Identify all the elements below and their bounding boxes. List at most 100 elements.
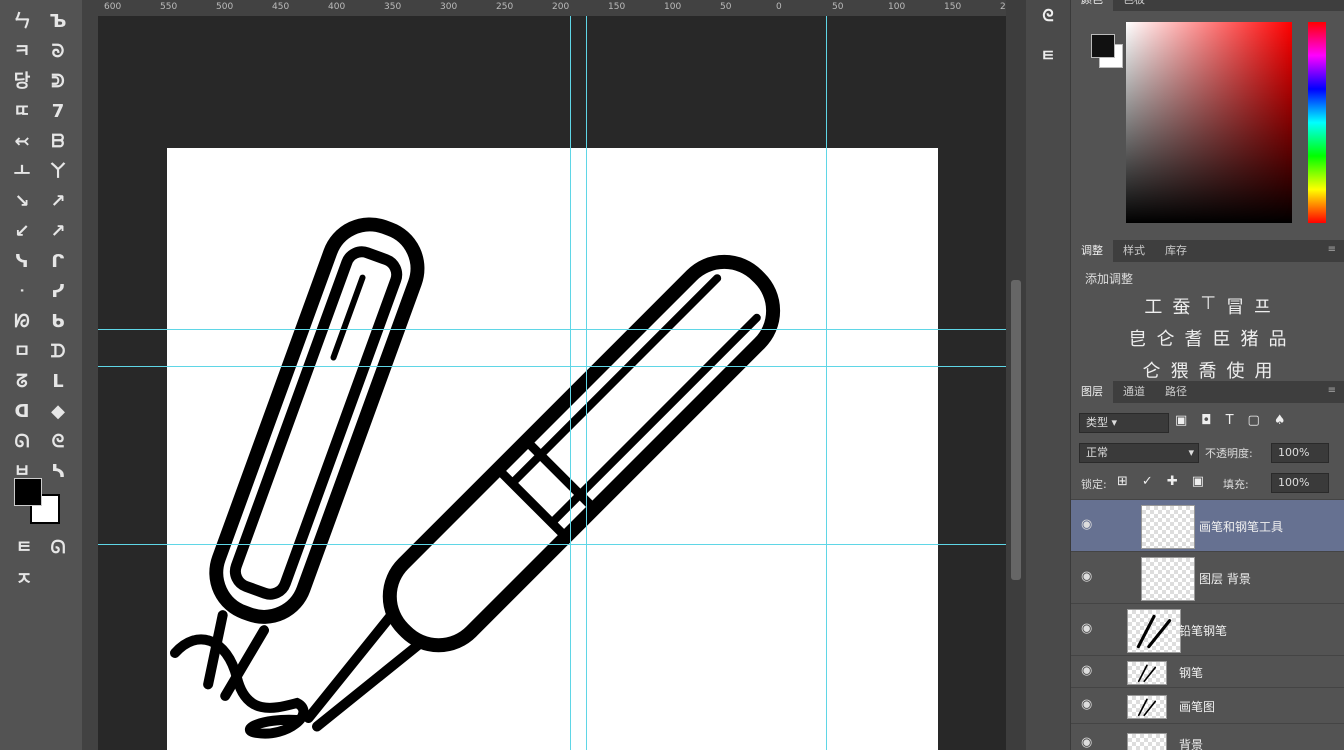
artboard-tool-icon[interactable]: Ъ — [46, 10, 70, 34]
slice-tool-icon[interactable]: 7 — [46, 100, 70, 124]
hand-tool-icon[interactable]: ᗡ — [10, 400, 34, 424]
history-panel-icon[interactable]: ᘓ — [1034, 2, 1062, 30]
guide-horizontal-2[interactable] — [98, 366, 1006, 367]
canvas-area[interactable] — [98, 16, 1006, 750]
layer-filter-icon[interactable]: ▣ — [1175, 413, 1187, 428]
blur-tool-icon[interactable]: ᘗ — [10, 310, 34, 334]
adjustment-icon[interactable]: 猪 — [1241, 325, 1259, 351]
layer-filter-select[interactable]: 类型 ▾ — [1079, 413, 1169, 433]
dodge-tool-icon[interactable]: ᑲ — [46, 310, 70, 334]
adjustment-icon[interactable]: 皀 — [1129, 325, 1147, 351]
edit-toolbar-icon[interactable]: ᘓ — [46, 430, 70, 454]
foreground-color[interactable] — [14, 478, 42, 506]
move-tool-icon[interactable]: ㄣ — [10, 10, 34, 34]
lock-icon[interactable]: ▣ — [1192, 474, 1204, 489]
eraser-tool-icon[interactable]: ᓭ — [10, 250, 34, 274]
layer-row[interactable]: ◉ 钢笔 — [1071, 655, 1344, 688]
tab-libraries[interactable]: 库存 — [1155, 240, 1197, 262]
paint-bucket-tool-icon[interactable]: ᓯ — [46, 280, 70, 304]
history-brush-tool-icon[interactable]: ↗ — [46, 220, 70, 244]
color-picker-field[interactable] — [1126, 22, 1292, 223]
adjustment-icon[interactable]: 프 — [1254, 293, 1271, 319]
adjustment-icon[interactable]: 用 — [1255, 357, 1273, 383]
brush-tool-icon[interactable]: ↘ — [10, 190, 34, 214]
scrollbar-thumb[interactable] — [1011, 280, 1021, 580]
quick-select-tool-icon[interactable]: 당 — [10, 70, 34, 94]
adjustment-icon[interactable]: 冒 — [1226, 293, 1244, 319]
patch-tool-icon[interactable]: ㄚ — [46, 160, 70, 184]
eye-icon[interactable]: ◉ — [1081, 697, 1092, 712]
adjustment-icon[interactable]: 蚕 — [1172, 293, 1190, 319]
quick-mask-icon[interactable]: ㅌ — [12, 536, 36, 560]
screen-mode-icon[interactable]: ᘏ — [46, 536, 70, 560]
tab-swatches[interactable]: 色板 — [1113, 0, 1155, 11]
lasso-tool-icon[interactable]: ᘐ — [46, 40, 70, 64]
tab-channels[interactable]: 通道 — [1113, 381, 1155, 403]
tab-color[interactable]: 颜色 — [1071, 0, 1113, 11]
eyedropper-tool-icon[interactable]: ↢ — [10, 130, 34, 154]
pencil-tool-icon[interactable]: ↗ — [46, 190, 70, 214]
clone-stamp-tool-icon[interactable]: ↙ — [10, 220, 34, 244]
layer-filter-icon[interactable]: ♠ — [1274, 413, 1286, 428]
guide-horizontal-1[interactable] — [98, 329, 1006, 330]
canvas-scrollbar[interactable] — [1006, 0, 1026, 750]
document-canvas[interactable] — [167, 148, 938, 750]
layer-row[interactable]: ◉ 画笔和钢笔工具 — [1071, 499, 1344, 552]
fill-input[interactable]: 100% — [1271, 473, 1329, 493]
healing-brush-tool-icon[interactable]: ㅗ — [10, 160, 34, 184]
adjustment-icon[interactable]: 喬 — [1199, 357, 1217, 383]
adjustment-icon[interactable]: 使 — [1227, 357, 1245, 383]
type-tool-icon[interactable]: ᗪ — [46, 340, 70, 364]
adjustment-icon[interactable]: 仑 — [1157, 325, 1175, 351]
adjustment-icon[interactable]: ⊤ — [1200, 293, 1216, 319]
gradient-tool-icon[interactable]: ᐧ — [10, 280, 34, 304]
adjustment-icon[interactable]: 仑 — [1143, 357, 1161, 383]
eye-icon[interactable]: ◉ — [1081, 517, 1092, 532]
lock-icon[interactable]: ✓ — [1142, 474, 1153, 489]
properties-panel-icon[interactable]: ㅌ — [1034, 40, 1062, 68]
path-select-tool-icon[interactable]: ᘔ — [10, 370, 34, 394]
layer-row[interactable]: ◉ 图层 背景 — [1071, 551, 1344, 604]
marquee-tool-icon[interactable]: ㅋ — [10, 40, 34, 64]
eye-icon[interactable]: ◉ — [1081, 621, 1092, 636]
lock-icon[interactable]: ✚ — [1167, 474, 1178, 489]
layer-filter-icon[interactable]: ◘ — [1201, 413, 1211, 428]
panel-menu-icon[interactable]: ≡ — [1328, 244, 1336, 255]
tab-paths[interactable]: 路径 — [1155, 381, 1197, 403]
tab-adjustments[interactable]: 调整 — [1071, 240, 1113, 262]
magic-wand-tool-icon[interactable]: ᕲ — [46, 70, 70, 94]
shape-tool-icon[interactable]: ᒪ — [46, 370, 70, 394]
adjustment-icon[interactable]: 品 — [1269, 325, 1287, 351]
lock-icon[interactable]: ⊞ — [1117, 474, 1128, 489]
guide-vertical-3[interactable] — [826, 16, 827, 750]
crop-tool-icon[interactable]: ㄸ — [10, 100, 34, 124]
background-eraser-tool-icon[interactable]: ᒋ — [46, 250, 70, 274]
layer-row[interactable]: ◉ 画笔图 — [1071, 687, 1344, 724]
adjustment-icon[interactable]: 猥 — [1171, 357, 1189, 383]
adjustment-icon[interactable]: 臣 — [1213, 325, 1231, 351]
extra-tools-icon[interactable]: ㅈ — [12, 568, 36, 592]
layers-panel-menu-icon[interactable]: ≡ — [1328, 385, 1336, 396]
horizontal-ruler[interactable]: 600 550 500 450 400 350 300 250 200 150 100 50 0 50 10… — [98, 0, 1006, 17]
vertical-ruler[interactable] — [82, 0, 99, 750]
layer-row[interactable]: ◉ 背景 — [1071, 723, 1344, 750]
ruler-tool-icon[interactable]: ᗷ — [46, 130, 70, 154]
guide-vertical-2[interactable] — [586, 16, 587, 750]
guide-vertical-1[interactable] — [570, 16, 571, 750]
eye-icon[interactable]: ◉ — [1081, 569, 1092, 584]
adjustment-icon[interactable]: 耆 — [1185, 325, 1203, 351]
count-tool-icon[interactable]: ᓴ — [46, 460, 70, 484]
eye-icon[interactable]: ◉ — [1081, 663, 1092, 678]
guide-horizontal-3[interactable] — [98, 544, 1006, 545]
pen-tool-icon[interactable]: ㅁ — [10, 340, 34, 364]
foreground-color-swatch[interactable] — [1091, 34, 1115, 58]
layer-filter-icon[interactable]: T — [1226, 413, 1234, 428]
zoom-tool-icon[interactable]: ◆ — [46, 400, 70, 424]
tab-layers[interactable]: 图层 — [1071, 381, 1113, 403]
blend-mode-select[interactable]: 正常 ▾ — [1079, 443, 1199, 463]
layer-row[interactable]: ◉ 铅笔钢笔 — [1071, 603, 1344, 656]
rotate-view-tool-icon[interactable]: ᘏ — [10, 430, 34, 454]
eye-icon[interactable]: ◉ — [1081, 735, 1092, 750]
tab-styles[interactable]: 样式 — [1113, 240, 1155, 262]
hue-slider[interactable] — [1308, 22, 1326, 223]
